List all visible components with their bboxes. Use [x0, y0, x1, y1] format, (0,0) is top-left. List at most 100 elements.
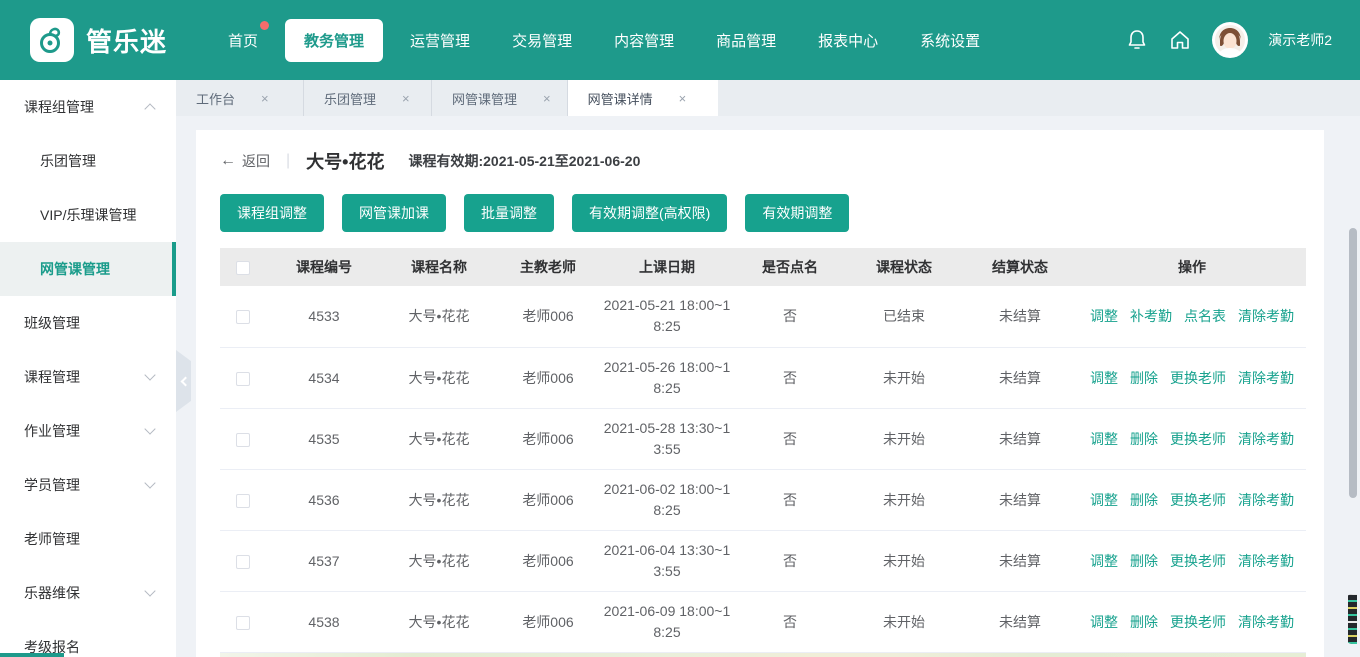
nav-item-首页[interactable]: 首页	[207, 19, 279, 62]
row-checkbox[interactable]	[236, 616, 250, 630]
op-link-删除[interactable]: 删除	[1130, 431, 1158, 447]
sidebar-item-乐器维保[interactable]: 乐器维保	[0, 566, 176, 620]
op-link-调整[interactable]: 调整	[1090, 553, 1118, 569]
op-link-更换老师[interactable]: 更换老师	[1170, 370, 1226, 386]
op-link-调整[interactable]: 调整	[1090, 431, 1118, 447]
op-link-删除[interactable]: 删除	[1130, 370, 1158, 386]
action-button-批量调整[interactable]: 批量调整	[464, 194, 554, 232]
action-button-网管课加课[interactable]: 网管课加课	[342, 194, 446, 232]
sidebar-item-学员管理[interactable]: 学员管理	[0, 458, 176, 512]
sidebar-bottom-indicator	[0, 653, 64, 657]
sidebar-item-课程管理[interactable]: 课程管理	[0, 350, 176, 404]
row-checkbox[interactable]	[236, 310, 250, 324]
user-name[interactable]: 演示老师2	[1268, 30, 1332, 50]
op-link-更换老师[interactable]: 更换老师	[1170, 614, 1226, 630]
app-header: 管乐迷 首页 教务管理 运营管理 交易管理 内容管理 商品管理 报表中心 系统设置	[0, 0, 1360, 80]
close-icon[interactable]: ×	[679, 91, 687, 106]
notification-dot	[260, 21, 269, 30]
floating-widget[interactable]	[1345, 588, 1360, 650]
nav-item-label: 运营管理	[410, 33, 470, 50]
back-button[interactable]: ← 返回	[220, 151, 270, 171]
op-link-更换老师[interactable]: 更换老师	[1170, 553, 1226, 569]
course-table: 课程编号课程名称主教老师上课日期是否点名课程状态结算状态操作 4533大号•花花…	[220, 248, 1306, 653]
course-name-cell: 大号•花花	[382, 408, 496, 469]
op-link-更换老师[interactable]: 更换老师	[1170, 492, 1226, 508]
bell-icon[interactable]	[1126, 28, 1148, 52]
action-button-有效期调整[interactable]: 有效期调整	[745, 194, 849, 232]
settle-cell: 未结算	[962, 591, 1078, 652]
op-link-清除考勤[interactable]: 清除考勤	[1238, 370, 1294, 386]
close-icon[interactable]: ×	[402, 91, 410, 106]
sidebar-item-VIP/乐理课管理[interactable]: VIP/乐理课管理	[0, 188, 176, 242]
op-link-清除考勤[interactable]: 清除考勤	[1238, 308, 1294, 324]
op-link-删除[interactable]: 删除	[1130, 492, 1158, 508]
op-link-清除考勤[interactable]: 清除考勤	[1238, 553, 1294, 569]
op-link-删除[interactable]: 删除	[1130, 553, 1158, 569]
op-link-调整[interactable]: 调整	[1090, 614, 1118, 630]
brand-logo[interactable]: 管乐迷	[30, 18, 167, 62]
column-header-课程状态: 课程状态	[846, 248, 962, 286]
vertical-scrollbar-thumb[interactable]	[1349, 228, 1357, 498]
date-cell: 2021-06-09 18:00~18:25	[600, 591, 734, 652]
action-button-有效期调整(高权限)[interactable]: 有效期调整(高权限)	[572, 194, 727, 232]
row-checkbox[interactable]	[236, 494, 250, 508]
tuba-icon	[37, 25, 67, 55]
tab-乐团管理[interactable]: 乐团管理×	[304, 80, 432, 116]
sidebar-item-考级报名[interactable]: 考级报名	[0, 620, 176, 657]
column-header-主教老师: 主教老师	[496, 248, 600, 286]
nav-item-系统设置[interactable]: 系统设置	[899, 19, 1001, 62]
nav-item-label: 内容管理	[614, 33, 674, 50]
nav-item-label: 系统设置	[920, 33, 980, 50]
teacher-cell: 老师006	[496, 530, 600, 591]
action-button-课程组调整[interactable]: 课程组调整	[220, 194, 324, 232]
back-arrow-icon: ←	[220, 152, 236, 170]
row-checkbox[interactable]	[236, 555, 250, 569]
close-icon[interactable]: ×	[543, 91, 551, 106]
nav-item-label: 商品管理	[716, 33, 776, 50]
row-checkbox[interactable]	[236, 372, 250, 386]
table-body: 4533大号•花花老师0062021-05-21 18:00~18:25否已结束…	[220, 286, 1306, 652]
op-link-调整[interactable]: 调整	[1090, 308, 1118, 324]
op-link-清除考勤[interactable]: 清除考勤	[1238, 492, 1294, 508]
course-name-cell: 大号•花花	[382, 591, 496, 652]
close-icon[interactable]: ×	[261, 91, 269, 106]
date-text: 2021-05-26 18:00~18:25	[603, 357, 731, 399]
course-id-cell: 4538	[266, 591, 382, 652]
row-select-cell	[220, 408, 266, 469]
op-link-清除考勤[interactable]: 清除考勤	[1238, 614, 1294, 630]
op-link-点名表[interactable]: 点名表	[1184, 308, 1226, 324]
nav-item-报表中心[interactable]: 报表中心	[797, 19, 899, 62]
nav-item-运营管理[interactable]: 运营管理	[389, 19, 491, 62]
op-link-调整[interactable]: 调整	[1090, 492, 1118, 508]
select-all-checkbox[interactable]	[236, 261, 250, 275]
op-link-补考勤[interactable]: 补考勤	[1130, 308, 1172, 324]
op-link-删除[interactable]: 删除	[1130, 614, 1158, 630]
sidebar-item-班级管理[interactable]: 班级管理	[0, 296, 176, 350]
sidebar-item-乐团管理[interactable]: 乐团管理	[0, 134, 176, 188]
nav-item-label: 首页	[228, 33, 258, 50]
main-area: 工作台×乐团管理×网管课管理×网管课详情× ← 返回 | 大号•花花 课程有效期…	[176, 80, 1360, 657]
sidebar-item-作业管理[interactable]: 作业管理	[0, 404, 176, 458]
nav-item-教务管理[interactable]: 教务管理	[285, 19, 383, 62]
nav-item-交易管理[interactable]: 交易管理	[491, 19, 593, 62]
table-row: 4536大号•花花老师0062021-06-02 18:00~18:25否未开始…	[220, 469, 1306, 530]
home-icon[interactable]	[1168, 28, 1192, 52]
nav-item-商品管理[interactable]: 商品管理	[695, 19, 797, 62]
chevron-down-icon	[144, 585, 155, 596]
nav-item-label: 报表中心	[818, 33, 878, 50]
tab-网管课管理[interactable]: 网管课管理×	[432, 80, 568, 116]
sidebar-item-网管课管理[interactable]: 网管课管理	[0, 242, 176, 296]
detail-header: ← 返回 | 大号•花花 课程有效期:2021-05-21至2021-06-20	[220, 148, 1306, 174]
content-card: ← 返回 | 大号•花花 课程有效期:2021-05-21至2021-06-20…	[196, 130, 1324, 657]
sidebar-item-课程组管理[interactable]: 课程组管理	[0, 80, 176, 134]
user-avatar[interactable]	[1212, 22, 1248, 58]
row-checkbox[interactable]	[236, 433, 250, 447]
sidebar-item-老师管理[interactable]: 老师管理	[0, 512, 176, 566]
tab-网管课详情[interactable]: 网管课详情×	[568, 80, 718, 116]
op-link-更换老师[interactable]: 更换老师	[1170, 431, 1226, 447]
op-link-调整[interactable]: 调整	[1090, 370, 1118, 386]
nav-item-内容管理[interactable]: 内容管理	[593, 19, 695, 62]
tab-label: 工作台	[196, 89, 235, 108]
op-link-清除考勤[interactable]: 清除考勤	[1238, 431, 1294, 447]
tab-工作台[interactable]: 工作台 ×	[176, 80, 304, 116]
